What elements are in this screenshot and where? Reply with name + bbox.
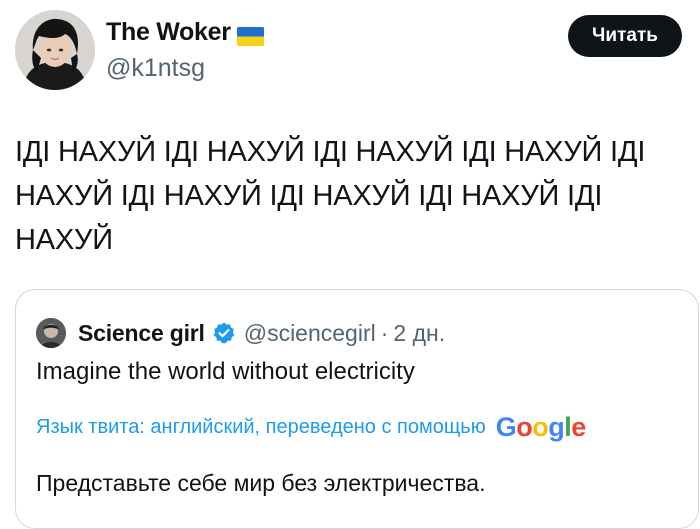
- quoted-tweet-text: Imagine the world without electricity: [36, 358, 415, 385]
- quoted-author-handle[interactable]: @sciencegirl: [244, 320, 376, 347]
- quoted-author-avatar[interactable]: [36, 318, 66, 348]
- verified-badge-icon: [212, 321, 236, 345]
- header-separator: ·: [380, 319, 389, 346]
- ukraine-flag-icon: [236, 24, 264, 46]
- translated-text: Представьте себе мир без электричества.: [36, 470, 486, 496]
- quoted-tweet-header: Science girl @sciencegirl · 2 дн.: [78, 318, 445, 348]
- quoted-tweet-time[interactable]: 2 дн.: [393, 320, 445, 347]
- quoted-avatar-image: [36, 318, 66, 348]
- author-handle[interactable]: @k1ntsg: [106, 54, 205, 83]
- translation-attribution[interactable]: Язык твита: английский, переведено с пом…: [36, 412, 586, 443]
- translation-label: Язык твита: английский, переведено с пом…: [36, 416, 486, 438]
- quoted-author-name[interactable]: Science girl: [78, 320, 205, 347]
- google-logo-icon: Google: [495, 412, 587, 442]
- author-name[interactable]: The Woker: [106, 18, 264, 47]
- follow-button[interactable]: Читать: [568, 15, 682, 57]
- avatar-image: [15, 10, 95, 90]
- author-avatar[interactable]: [15, 10, 95, 90]
- quoted-tweet-card[interactable]: Science girl @sciencegirl · 2 дн. Imagin…: [15, 289, 699, 529]
- tweet-text: ІДІ НАХУЙ ІДІ НАХУЙ ІДІ НАХУЙ ІДІ НАХУЙ …: [15, 136, 646, 256]
- author-name-text: The Woker: [106, 18, 231, 46]
